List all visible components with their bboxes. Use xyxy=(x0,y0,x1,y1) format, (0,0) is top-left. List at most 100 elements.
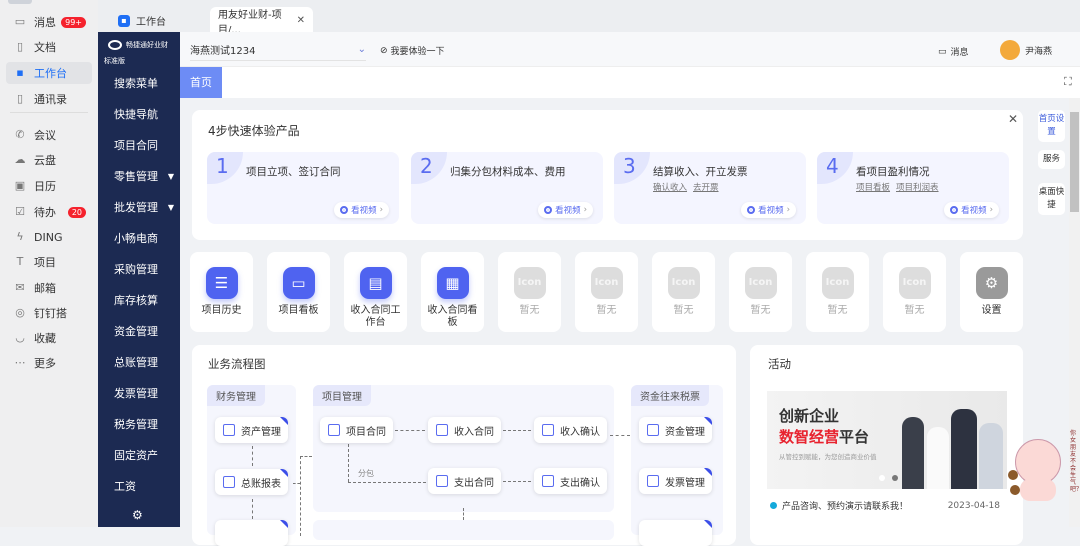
node-partial[interactable] xyxy=(215,520,288,546)
list-icon: ☰ xyxy=(205,267,238,299)
node-label: 支出合同 xyxy=(454,477,494,489)
home-settings-button[interactable]: 首页设置 xyxy=(1038,110,1065,142)
activity-item[interactable]: 产品咨询、预约演示请联系我！ 2023-04-18 xyxy=(770,499,1000,512)
nav-item-7[interactable]: 库存核算 xyxy=(114,292,174,308)
nav-item-8[interactable]: 资金管理 xyxy=(114,323,174,339)
shortcut-label: 收入合同看板 xyxy=(427,305,478,328)
shortcut-tile-0[interactable]: ☰ 项目历史 xyxy=(190,252,253,332)
watch-video-button[interactable]: 看视频 › xyxy=(334,202,389,218)
lightning-icon: ϟ xyxy=(16,230,24,243)
node-ledger[interactable]: 总账报表 xyxy=(215,469,288,495)
contract-icon xyxy=(436,475,448,487)
nav-item-12[interactable]: 固定资产 xyxy=(114,447,174,463)
sidebar-item-2[interactable]: ▪ 工作台 xyxy=(6,62,92,84)
sidebar-item-1[interactable]: ▯ 文档 xyxy=(6,36,92,58)
node-invoice[interactable]: 发票管理 xyxy=(639,468,712,494)
step-link[interactable]: 项目看板 xyxy=(856,183,890,193)
node-income-confirm[interactable]: 收入确认 xyxy=(534,417,607,443)
video-label: 看视频 xyxy=(758,206,784,216)
sidebar-item-6[interactable]: ▣ 日历 xyxy=(6,175,92,197)
step-card-2[interactable]: 2 归集分包材料成本、费用 看视频 › xyxy=(411,152,603,224)
node-label: 收入合同 xyxy=(454,426,494,438)
nav-item-label: 库存核算 xyxy=(114,294,158,307)
mascot-caption: 你女朋友不会生气吧？ xyxy=(1070,430,1080,493)
mascot-sticker[interactable] xyxy=(1008,435,1065,503)
nav-item-label: 快捷导航 xyxy=(114,108,158,121)
nav-item-1[interactable]: 快捷导航 xyxy=(114,106,174,122)
node-fund[interactable]: 资金管理 xyxy=(639,417,712,443)
nav-item-4[interactable]: 批发管理 ▼ xyxy=(114,199,174,215)
shortcut-tile-1[interactable]: ▭ 项目看板 xyxy=(267,252,330,332)
nav-item-0[interactable]: 搜索菜单 xyxy=(114,75,174,91)
step-link[interactable]: 确认收入 xyxy=(653,183,687,193)
shortcut-tile-7[interactable]: Icon 暂无 xyxy=(729,252,792,332)
step-link[interactable]: 项目利润表 xyxy=(896,183,939,193)
step-card-1[interactable]: 1 项目立项、签订合同 看视频 › xyxy=(207,152,399,224)
watch-video-button[interactable]: 看视频 › xyxy=(538,202,593,218)
node-partial[interactable] xyxy=(639,520,712,546)
step-card-4[interactable]: 4 看项目盈利情况 项目看板 项目利润表 看视频 › xyxy=(817,152,1009,224)
carousel-dot[interactable] xyxy=(879,475,885,481)
shortcut-tile-6[interactable]: Icon 暂无 xyxy=(652,252,715,332)
nav-item-11[interactable]: 税务管理 xyxy=(114,416,174,432)
sidebar-item-5[interactable]: ☁ 云盘 xyxy=(6,149,92,171)
nav-item-3[interactable]: 零售管理 ▼ xyxy=(114,168,174,184)
sidebar-item-10[interactable]: ✉ 邮箱 xyxy=(6,277,92,299)
branch-label: 分包 xyxy=(358,469,374,478)
shortcut-tile-4[interactable]: Icon 暂无 xyxy=(498,252,561,332)
node-income-contract[interactable]: 收入合同 xyxy=(428,417,501,443)
desktop-shortcut-button[interactable]: 桌面快捷 xyxy=(1038,183,1065,215)
module-nav: 畅捷通好业财 标准版 搜索菜单 快捷导航 项目合同 零售管理 ▼ 批发管理 ▼ 小畅电商 采购管… xyxy=(98,32,180,527)
watch-video-button[interactable]: 看视频 › xyxy=(944,202,999,218)
shortcut-label: 暂无 xyxy=(596,305,617,316)
node-project-contract[interactable]: 项目合同 xyxy=(320,417,393,443)
step-title: 结算收入、开立发票 xyxy=(653,166,748,178)
gear-icon: ⚙ xyxy=(975,267,1008,299)
user-menu[interactable]: 尹海燕 xyxy=(1000,40,1052,60)
sidebar-item-9[interactable]: T 项目 xyxy=(6,251,92,273)
sidebar-item-0[interactable]: ▭ 消息 99+ xyxy=(6,11,92,33)
sidebar-item-4[interactable]: ✆ 会议 xyxy=(6,124,92,146)
nav-item-6[interactable]: 采购管理 xyxy=(114,261,174,277)
nav-item-13[interactable]: 工资 xyxy=(114,478,174,494)
close-icon[interactable]: ✕ xyxy=(1008,112,1018,126)
sidebar-item-13[interactable]: ⋯ 更多 xyxy=(6,352,92,374)
nav-item-10[interactable]: 发票管理 xyxy=(114,385,174,401)
sidebar-item-12[interactable]: ◡ 收藏 xyxy=(6,327,92,349)
account-select[interactable]: 海燕测试1234 ⌄ xyxy=(190,42,366,61)
node-expense-confirm[interactable]: 支出确认 xyxy=(534,468,607,494)
nav-item-5[interactable]: 小畅电商 xyxy=(114,230,174,246)
message-button[interactable]: ▭ 消息 xyxy=(938,45,969,59)
step-card-3[interactable]: 3 结算收入、开立发票 确认收入 去开票 看视频 › xyxy=(614,152,806,224)
node-asset[interactable]: 资产管理 xyxy=(215,417,288,443)
close-icon[interactable]: ✕ xyxy=(297,15,305,26)
shortcut-tile-2[interactable]: ▤ 收入合同工作台 xyxy=(344,252,407,332)
shortcut-tile-9[interactable]: Icon 暂无 xyxy=(883,252,946,332)
sidebar-item-3[interactable]: ▯ 通讯录 xyxy=(6,88,92,110)
gear-icon[interactable]: ⚙ xyxy=(132,508,143,522)
carousel-dot-active[interactable] xyxy=(892,475,898,481)
node-expense-contract[interactable]: 支出合同 xyxy=(428,468,501,494)
shortcut-tile-10[interactable]: ⚙ 设置 xyxy=(960,252,1023,332)
shortcut-tile-5[interactable]: Icon 暂无 xyxy=(575,252,638,332)
tab-workbench[interactable]: ▪ 工作台 xyxy=(118,7,166,34)
sidebar-item-8[interactable]: ϟ DING xyxy=(6,226,92,248)
builder-icon: ◎ xyxy=(15,306,25,319)
monitor-icon: ▭ xyxy=(282,267,315,299)
step-link[interactable]: 去开票 xyxy=(693,183,719,193)
shortcut-tile-3[interactable]: ▦ 收入合同看板 xyxy=(421,252,484,332)
nav-item-2[interactable]: 项目合同 xyxy=(114,137,174,153)
nav-item-9[interactable]: 总账管理 xyxy=(114,354,174,370)
try-button[interactable]: ⊘ 我要体验一下 xyxy=(380,44,445,58)
fullscreen-icon[interactable]: ⛶ xyxy=(1064,75,1072,89)
tab-haoyecai[interactable]: 用友好业财-项目/... ✕ xyxy=(210,7,313,36)
page-tab-home[interactable]: 首页 xyxy=(180,67,222,98)
tab-bar: ▪ 工作台 用友好业财-项目/... ✕ xyxy=(98,0,1080,36)
sidebar-item-11[interactable]: ◎ 钉钉搭 xyxy=(6,302,92,324)
service-button[interactable]: 服务 xyxy=(1038,150,1065,169)
activity-banner[interactable]: 创新企业 数智经营平台 从管控到赋能，为您创造商业价值 xyxy=(767,391,1007,489)
watch-video-button[interactable]: 看视频 › xyxy=(741,202,796,218)
scrollbar-thumb[interactable] xyxy=(1070,112,1079,212)
sidebar-item-7[interactable]: ☑ 待办 20 xyxy=(6,201,92,223)
shortcut-tile-8[interactable]: Icon 暂无 xyxy=(806,252,869,332)
